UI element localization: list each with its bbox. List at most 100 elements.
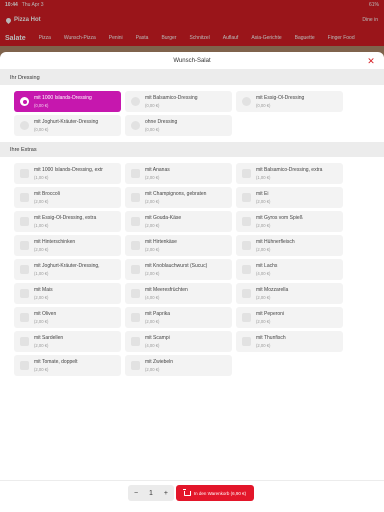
dressing-section-header: Ihr Dressing (0, 70, 384, 85)
add-to-cart-button[interactable]: In den Warenkorb (6,90 €) (176, 485, 254, 501)
option-price: (2,00 €) (34, 343, 49, 348)
option-price: (4,00 €) (145, 295, 160, 300)
option-name: mit Knoblauchwurst (Sucuc) (145, 263, 208, 269)
extra-option[interactable]: mit Champignons, gebraten (2,00 €) (125, 187, 232, 208)
checkbox-icon (131, 337, 140, 346)
quantity-stepper: − 1 + (128, 485, 174, 501)
close-icon[interactable]: ✕ (366, 56, 376, 66)
extra-option[interactable]: mit Lachs (4,00 €) (236, 259, 343, 280)
dressing-option[interactable]: mit 1000 Islands-Dressing (0,00 €) (14, 91, 121, 112)
option-name: mit Mais (34, 287, 53, 293)
extra-option[interactable]: mit Hinterschinken (2,00 €) (14, 235, 121, 256)
extra-option[interactable]: mit Zwiebeln (2,00 €) (125, 355, 232, 376)
extra-option[interactable]: mit Mais (2,00 €) (14, 283, 121, 304)
option-price: (1,00 €) (34, 175, 49, 180)
dressing-option[interactable]: mit Joghurt-Kräuter-Dressing (0,00 €) (14, 115, 121, 136)
option-price: (2,00 €) (145, 175, 160, 180)
extra-option[interactable]: mit Hühnerfleisch (2,00 €) (236, 235, 343, 256)
extra-option[interactable]: mit Knoblauchwurst (Sucuc) (2,00 €) (125, 259, 232, 280)
dressing-option[interactable]: mit Balsamico-Dressing (0,00 €) (125, 91, 232, 112)
radio-button-icon (20, 121, 29, 130)
increase-quantity-button[interactable]: + (164, 490, 168, 497)
option-name: mit Sardellen (34, 335, 64, 341)
checkbox-icon (131, 241, 140, 250)
extra-option[interactable]: mit Scampi (4,00 €) (125, 331, 232, 352)
extra-option[interactable]: mit Broccoli (2,00 €) (14, 187, 121, 208)
option-price: (2,00 €) (256, 319, 271, 324)
option-name: mit Essig-Öl-Dressing, extra (34, 215, 97, 221)
option-price: (2,00 €) (256, 295, 271, 300)
extra-option[interactable]: mit 1000 Islands-Dressing, extr (1,00 €) (14, 163, 121, 184)
extra-option[interactable]: mit Mozzarella (2,00 €) (236, 283, 343, 304)
extra-option[interactable]: mit Tomate, doppelt (2,00 €) (14, 355, 121, 376)
option-price: (0,00 €) (34, 127, 49, 132)
option-name: mit Essig-Öl-Dressing (256, 95, 305, 101)
dressing-option[interactable]: mit Essig-Öl-Dressing (0,00 €) (236, 91, 343, 112)
cart-icon (182, 488, 191, 496)
option-name: mit Balsamico-Dressing (145, 95, 198, 101)
option-price: (2,00 €) (256, 223, 271, 228)
option-name: mit Joghurt-Kräuter-Dressing, (34, 263, 100, 269)
option-name: mit 1000 Islands-Dressing, extr (34, 167, 103, 173)
option-price: (1,00 €) (256, 175, 271, 180)
extra-option[interactable]: mit Essig-Öl-Dressing, extra (1,00 €) (14, 211, 121, 232)
checkbox-icon (131, 313, 140, 322)
checkbox-icon (242, 241, 251, 250)
checkbox-icon (20, 193, 29, 202)
checkbox-icon (20, 289, 29, 298)
option-price: (2,00 €) (34, 247, 49, 252)
extra-option[interactable]: mit Ananas (2,00 €) (125, 163, 232, 184)
checkbox-icon (131, 169, 140, 178)
option-price: (0,00 €) (145, 103, 160, 108)
extra-option[interactable]: mit Joghurt-Kräuter-Dressing, (1,00 €) (14, 259, 121, 280)
extra-option[interactable]: mit Balsamico-Dressing, extra (1,00 €) (236, 163, 343, 184)
checkbox-icon (20, 169, 29, 178)
checkbox-icon (242, 337, 251, 346)
checkbox-icon (131, 265, 140, 274)
option-name: mit 1000 Islands-Dressing (34, 95, 92, 101)
extras-section-header: Ihre Extras (0, 142, 384, 157)
extra-option[interactable]: mit Ei (2,00 €) (236, 187, 343, 208)
radio-button-icon (131, 121, 140, 130)
option-price: (4,00 €) (145, 343, 160, 348)
option-price: (2,00 €) (256, 199, 271, 204)
extra-option[interactable]: mit Meeresfrüchten (4,00 €) (125, 283, 232, 304)
option-name: mit Gyros vom Spieß (256, 215, 303, 221)
quantity-value: 1 (149, 489, 153, 497)
checkbox-icon (131, 193, 140, 202)
option-name: mit Thunfisch (256, 335, 286, 341)
option-name: mit Gouda-Käse (145, 215, 182, 221)
add-to-cart-label: In den Warenkorb (6,90 €) (193, 490, 247, 496)
option-price: (0,00 €) (34, 103, 49, 108)
decrease-quantity-button[interactable]: − (134, 490, 138, 497)
extra-option[interactable]: mit Thunfisch (2,00 €) (236, 331, 343, 352)
option-price: (2,00 €) (145, 223, 160, 228)
extra-option[interactable]: mit Paprika (2,00 €) (125, 307, 232, 328)
extra-option[interactable]: mit Oliven (2,00 €) (14, 307, 121, 328)
option-name: mit Lachs (256, 263, 278, 269)
option-price: (0,00 €) (145, 127, 160, 132)
extra-option[interactable]: mit Sardellen (2,00 €) (14, 331, 121, 352)
dressing-option[interactable]: ohne Dressing (0,00 €) (125, 115, 232, 136)
checkbox-icon (242, 265, 251, 274)
option-name: mit Broccoli (34, 191, 60, 197)
option-name: mit Champignons, gebraten (145, 191, 207, 197)
product-options-modal: Wunsch-Salat ✕ Ihr Dressing mit 1000 Isl… (0, 52, 384, 512)
extra-option[interactable]: mit Gyros vom Spieß (2,00 €) (236, 211, 343, 232)
checkbox-icon (20, 241, 29, 250)
option-name: mit Oliven (34, 311, 57, 317)
checkbox-icon (242, 313, 251, 322)
checkbox-icon (20, 217, 29, 226)
extra-option[interactable]: mit Gouda-Käse (2,00 €) (125, 211, 232, 232)
extra-option[interactable]: mit Peperoni (2,00 €) (236, 307, 343, 328)
option-name: mit Tomate, doppelt (34, 359, 78, 365)
option-price: (2,00 €) (145, 247, 160, 252)
extra-option[interactable]: mit Hirtenkäse (2,00 €) (125, 235, 232, 256)
option-price: (2,00 €) (34, 295, 49, 300)
checkbox-icon (131, 361, 140, 370)
dressing-options: mit 1000 Islands-Dressing (0,00 €) mit Bal… (0, 85, 384, 142)
checkbox-icon (20, 265, 29, 274)
option-price: (1,00 €) (34, 223, 49, 228)
checkbox-icon (131, 289, 140, 298)
option-name: mit Ananas (145, 167, 170, 173)
